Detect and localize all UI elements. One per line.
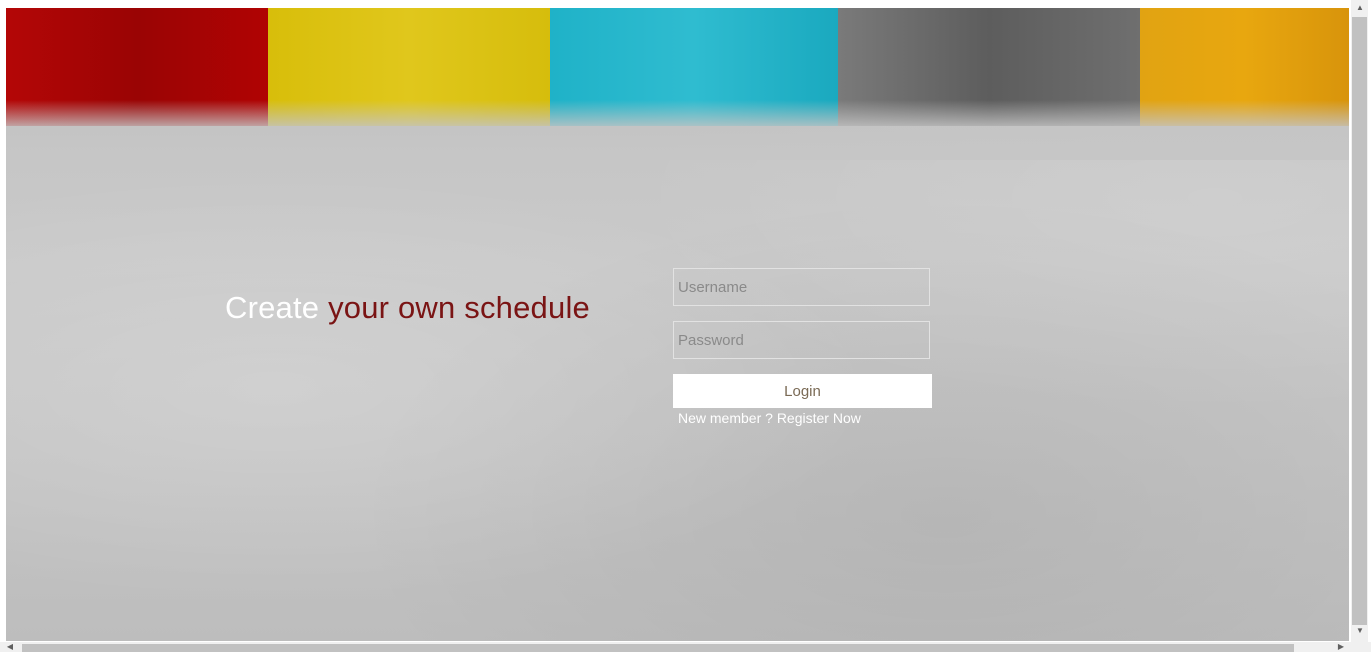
hero-tagline: Create your own schedule (225, 290, 590, 326)
password-input[interactable] (673, 321, 930, 359)
register-prefix: New member ? (678, 410, 773, 426)
login-button[interactable]: Login (673, 374, 932, 408)
tagline-red-part: your own schedule (328, 290, 590, 325)
register-prompt: New member ? Register Now (678, 410, 861, 426)
horizontal-scroll-thumb[interactable] (22, 644, 1294, 652)
vertical-scroll-thumb[interactable] (1352, 17, 1367, 625)
scroll-left-icon[interactable]: ◀ (3, 642, 17, 652)
scroll-right-icon[interactable]: ▶ (1334, 642, 1348, 652)
scroll-up-icon[interactable]: ▲ (1353, 3, 1367, 13)
stripe-fade (6, 100, 1349, 160)
username-input[interactable] (673, 268, 930, 306)
scroll-down-icon[interactable]: ▼ (1353, 626, 1367, 636)
tagline-white-part: Create (225, 290, 320, 325)
register-now-link[interactable]: Register Now (777, 410, 861, 426)
page-background: Create your own schedule Login New membe… (6, 8, 1349, 641)
scrollbar-corner (1351, 642, 1371, 652)
